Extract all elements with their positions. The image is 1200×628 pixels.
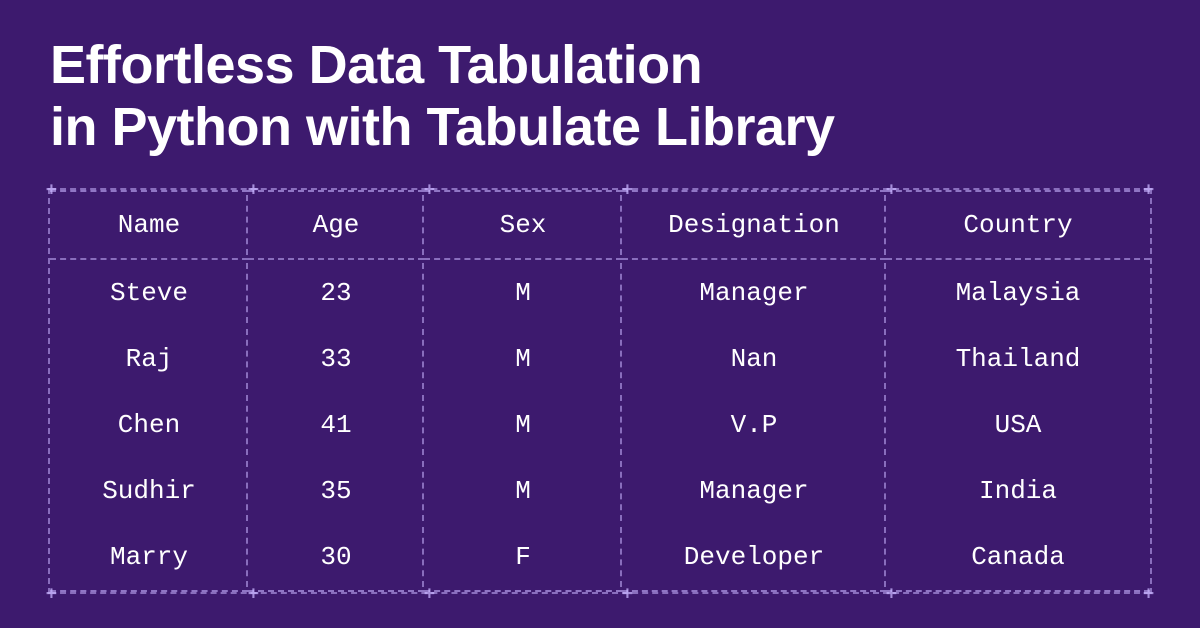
- cell-1-1: 33: [248, 326, 424, 392]
- corner-b2: +: [248, 583, 259, 604]
- cell-1-0: Raj: [50, 326, 248, 392]
- cell-0-0: Steve: [50, 259, 248, 326]
- table-row: Steve23MManagerMalaysia: [50, 259, 1150, 326]
- cell-1-2: M: [424, 326, 622, 392]
- right-border: [1150, 188, 1152, 594]
- corner-br: +: [1143, 583, 1154, 604]
- col-header-name: Name: [50, 191, 248, 259]
- cell-3-2: M: [424, 458, 622, 524]
- cell-0-1: 23: [248, 259, 424, 326]
- cell-0-2: M: [424, 259, 622, 326]
- corner-b4: +: [622, 583, 633, 604]
- table-body: Steve23MManagerMalaysiaRaj33MNanThailand…: [50, 259, 1150, 591]
- cell-4-2: F: [424, 524, 622, 591]
- cell-1-3: Nan: [622, 326, 886, 392]
- cell-3-3: Manager: [622, 458, 886, 524]
- cell-2-0: Chen: [50, 392, 248, 458]
- cell-4-0: Marry: [50, 524, 248, 591]
- cell-1-4: Thailand: [886, 326, 1150, 392]
- cell-2-2: M: [424, 392, 622, 458]
- corner-b5: +: [886, 583, 897, 604]
- table-row: Sudhir35MManagerIndia: [50, 458, 1150, 524]
- cell-2-1: 41: [248, 392, 424, 458]
- corner-b3: +: [424, 583, 435, 604]
- cell-4-1: 30: [248, 524, 424, 591]
- cell-3-1: 35: [248, 458, 424, 524]
- col-header-sex: Sex: [424, 191, 622, 259]
- table-row: Chen41MV.PUSA: [50, 392, 1150, 458]
- cell-4-3: Developer: [622, 524, 886, 591]
- cell-3-4: India: [886, 458, 1150, 524]
- table-row: Marry30FDeveloperCanada: [50, 524, 1150, 591]
- table-section: + + + + + + Name Age Sex Designation: [50, 188, 1150, 594]
- col-header-country: Country: [886, 191, 1150, 259]
- cell-3-0: Sudhir: [50, 458, 248, 524]
- col-header-designation: Designation: [622, 191, 886, 259]
- main-container: Effortless Data Tabulationin Python with…: [50, 34, 1150, 594]
- col-header-age: Age: [248, 191, 424, 259]
- table-header-row: Name Age Sex Designation Country: [50, 191, 1150, 259]
- cell-4-4: Canada: [886, 524, 1150, 591]
- bottom-border: + + + + + +: [50, 592, 1150, 594]
- cell-0-4: Malaysia: [886, 259, 1150, 326]
- cell-2-3: V.P: [622, 392, 886, 458]
- page-title: Effortless Data Tabulationin Python with…: [50, 34, 1150, 158]
- cell-2-4: USA: [886, 392, 1150, 458]
- left-border: [48, 188, 50, 594]
- cell-0-3: Manager: [622, 259, 886, 326]
- table-row: Raj33MNanThailand: [50, 326, 1150, 392]
- data-table: Name Age Sex Designation Country Steve23…: [50, 190, 1150, 592]
